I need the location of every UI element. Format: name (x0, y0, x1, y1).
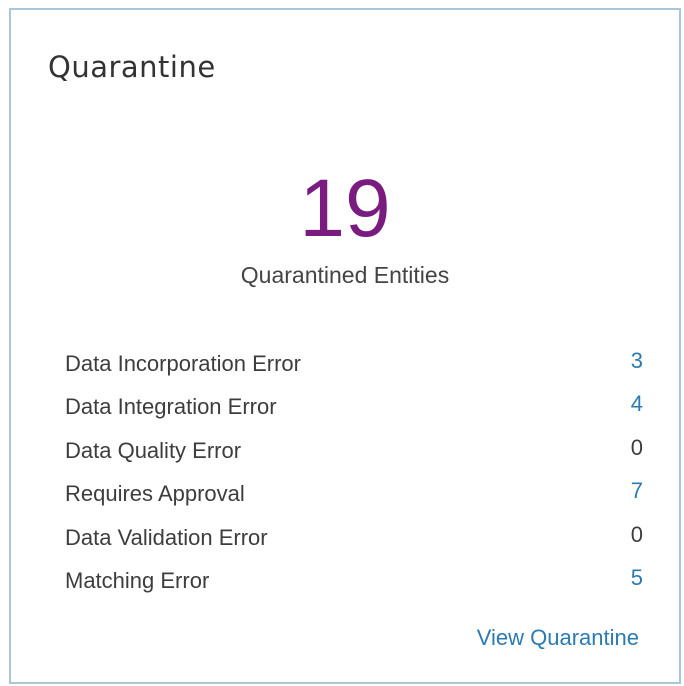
list-item-count-link[interactable]: 5 (631, 565, 643, 591)
list-item-count-link[interactable]: 3 (631, 348, 643, 374)
list-item-requires-approval: Requires Approval 7 (61, 476, 643, 519)
card-title: Quarantine (48, 50, 216, 84)
list-item-label: Data Validation Error (65, 524, 268, 550)
quarantine-breakdown-list: Data Incorporation Error 3 Data Integrat… (61, 346, 643, 606)
quarantined-total-label: Quarantined Entities (240, 262, 450, 288)
view-quarantine-link[interactable]: View Quarantine (477, 625, 639, 651)
list-item-label: Matching Error (65, 567, 210, 593)
list-item-data-validation-error: Data Validation Error 0 (61, 520, 643, 563)
list-item-data-quality-error: Data Quality Error 0 (61, 433, 643, 476)
list-item-label: Data Quality Error (65, 437, 242, 463)
list-item-count-link[interactable]: 4 (631, 391, 643, 417)
list-item-data-integration-error: Data Integration Error 4 (61, 389, 643, 432)
list-item-data-incorporation-error: Data Incorporation Error 3 (61, 346, 643, 389)
list-item-label: Data Incorporation Error (65, 351, 301, 376)
list-item-label: Requires Approval (65, 481, 245, 507)
list-item-count: 0 (630, 434, 643, 460)
list-item-label: Data Integration Error (65, 394, 277, 420)
list-item-count: 0 (630, 521, 643, 547)
list-item-count-link[interactable]: 7 (631, 478, 643, 504)
quarantined-total: 19 (299, 163, 391, 254)
list-item-matching-error: Matching Error 5 (61, 563, 643, 606)
quarantine-card: Quarantine 19 Quarantined Entities Data … (9, 8, 681, 684)
